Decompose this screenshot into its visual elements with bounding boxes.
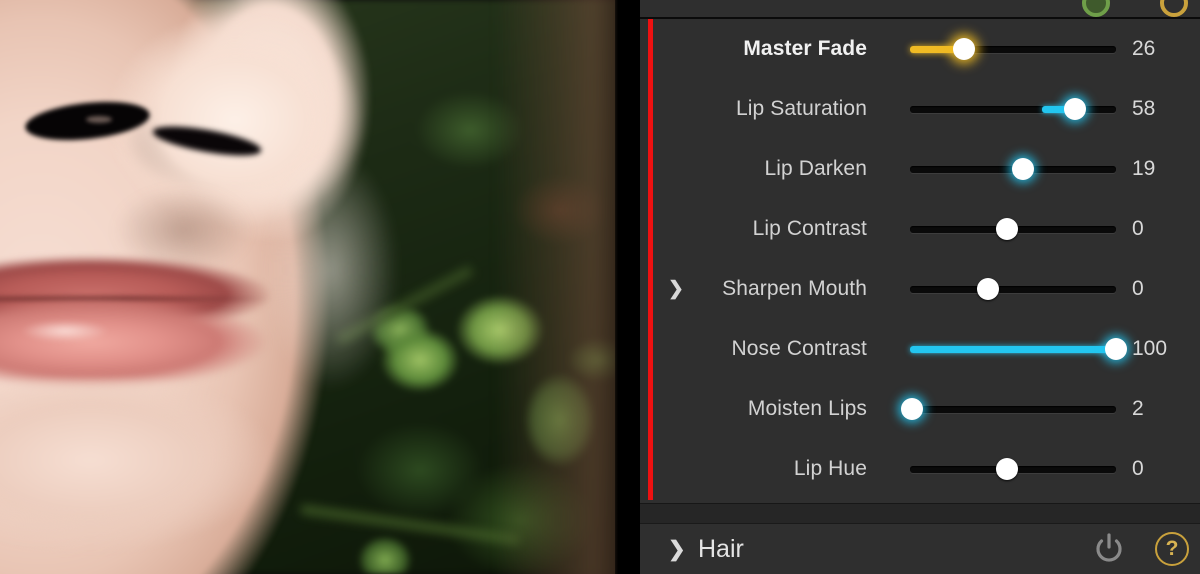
slider-label: Sharpen Mouth [722,277,867,300]
help-icon[interactable]: ? [1155,532,1189,566]
slider-list: Master Fade 26 Lip Saturation 58 Lip Darken 1… [640,19,1200,499]
cheek-highlight [260,120,430,420]
slider-control[interactable] [910,457,1116,481]
section-hair-label: Hair [698,534,744,563]
controls-panel: Master Fade 26 Lip Saturation 58 Lip Darken 1… [640,0,1200,574]
slider-control[interactable] [910,217,1116,241]
slider-label: Master Fade [743,37,867,60]
slider-knob[interactable] [901,398,924,420]
slider-row: Lip Contrast 0 [640,199,1200,259]
power-icon[interactable] [1092,532,1126,566]
slider-label: Nose Contrast [731,337,867,360]
slider-label: Lip Hue [793,457,867,480]
preview-image [0,0,618,574]
slider-track[interactable] [910,38,1116,60]
slider-control[interactable] [901,397,1116,421]
slider-row: ❯ Sharpen Mouth 0 [640,259,1200,319]
slider-label: Moisten Lips [747,397,867,420]
slider-row: Lip Hue 0 [640,439,1200,499]
slider-value: 0 [1132,217,1144,240]
slider-control[interactable] [910,97,1116,121]
slider-track[interactable] [910,98,1116,120]
gold-toggle-icon[interactable] [1160,0,1188,17]
slider-control[interactable] [910,157,1116,181]
slider-value: 2 [1132,397,1144,420]
slider-knob[interactable] [995,458,1018,480]
section-separator [640,503,1200,524]
viewport-edge [615,0,618,574]
slider-row: Lip Saturation 58 [640,79,1200,139]
slider-track[interactable] [910,458,1116,480]
slider-track[interactable] [910,158,1116,180]
slider-control[interactable] [910,337,1127,361]
slider-track[interactable] [901,398,1116,420]
slider-knob[interactable] [995,218,1018,240]
slider-fill [910,345,1116,353]
slider-track[interactable] [910,278,1116,300]
top-toggle-group [1082,0,1188,17]
slider-value: 58 [1132,97,1156,120]
slider-control[interactable] [910,37,1116,61]
slider-row: Moisten Lips 2 [640,379,1200,439]
slider-control[interactable] [910,277,1116,301]
slider-knob[interactable] [977,278,1000,300]
slider-knob[interactable] [952,38,975,60]
green-toggle-icon[interactable] [1082,0,1110,17]
chevron-right-icon[interactable]: ❯ [668,537,686,562]
slider-track[interactable] [910,338,1127,360]
retouch-app-window: Master Fade 26 Lip Saturation 58 Lip Darken 1… [0,0,1200,574]
slider-label: Lip Contrast [752,217,867,240]
slider-value: 26 [1132,37,1156,60]
photo-preview[interactable] [0,0,618,574]
slider-value: 0 [1132,277,1144,300]
slider-knob[interactable] [1105,338,1127,360]
slider-value: 100 [1132,337,1168,360]
section-hair[interactable]: ❯ Hair ? [640,524,1200,574]
slider-row: Master Fade 26 [640,19,1200,79]
slider-label: Lip Saturation [736,97,867,120]
chin [0,380,300,574]
slider-row: Lip Darken 19 [640,139,1200,199]
slider-value: 0 [1132,457,1144,480]
lip-highlight [10,318,120,344]
slider-knob[interactable] [1063,98,1086,120]
nostril-highlight [86,116,112,123]
slider-value: 19 [1132,157,1156,180]
viewport-panel-gap [618,0,640,574]
slider-label: Lip Darken [764,157,867,180]
slider-row: Nose Contrast 100 [640,319,1200,379]
slider-knob[interactable] [1012,158,1035,180]
slider-track[interactable] [910,218,1116,240]
